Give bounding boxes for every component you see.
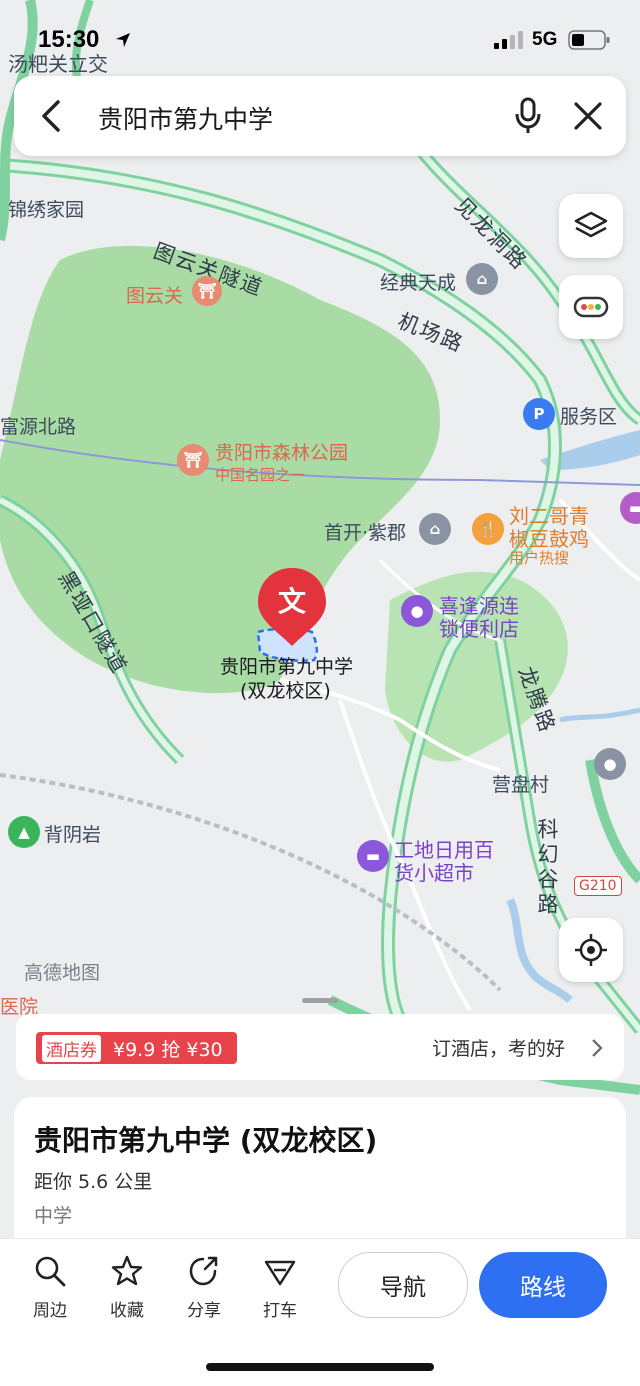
map-label-gongdi-2[interactable]: 货小超市: [394, 857, 474, 886]
coupon-offer: ¥9.9 抢 ¥30: [113, 1038, 223, 1061]
layers-button[interactable]: [559, 194, 623, 258]
search-bar: 贵阳市第九中学: [14, 76, 626, 156]
location-arrow-icon: [116, 33, 130, 47]
microphone-icon[interactable]: [512, 96, 544, 136]
map-watermark: 高德地图: [24, 962, 101, 984]
coupon-ticket[interactable]: 酒店券 ¥9.9 抢 ¥30: [36, 1032, 237, 1064]
network-type: 5G: [532, 29, 558, 50]
search-input[interactable]: 贵阳市第九中学: [98, 100, 273, 136]
store-icon[interactable]: ●: [401, 595, 433, 627]
search-icon: [35, 1256, 66, 1287]
map-label-forest-park-sub: 中国名园之一: [215, 466, 306, 484]
scenic-spot-icon[interactable]: ⛩: [192, 276, 222, 306]
nearby-button[interactable]: 周边: [18, 1254, 82, 1321]
taxi-icon: [264, 1260, 296, 1286]
map-label-fuwuqu[interactable]: 服务区: [560, 402, 617, 429]
traffic-toggle-button[interactable]: [559, 275, 623, 339]
traffic-icon: [573, 296, 609, 318]
chevron-right-icon: [592, 1039, 603, 1057]
map-label-school-1[interactable]: 贵阳市第九中学: [220, 652, 353, 679]
navigate-button[interactable]: 导航: [338, 1252, 468, 1318]
map-label-tuyunguan[interactable]: 图云关: [126, 281, 183, 308]
battery-icon: [568, 30, 610, 50]
location-pin-icon[interactable]: ●: [594, 748, 626, 780]
map-label-jingdian[interactable]: 经典天成: [380, 268, 456, 295]
locate-icon: [575, 934, 607, 966]
status-bar: 15:30 5G: [0, 0, 640, 80]
school-marker-icon: 文: [277, 585, 306, 618]
g210-badge: G210: [574, 876, 622, 896]
parking-icon[interactable]: P: [523, 398, 555, 430]
nearby-label: 周边: [33, 1301, 67, 1321]
residence-icon-2[interactable]: ⌂: [419, 513, 451, 545]
status-time: 15:30: [38, 26, 100, 53]
place-name: 贵阳市第九中学 (双龙校区): [34, 1124, 378, 1157]
close-icon[interactable]: [572, 100, 604, 132]
map-label-xifeng-2[interactable]: 锁便利店: [439, 613, 519, 642]
map-label-yingpan[interactable]: 营盘村: [492, 770, 549, 797]
route-label: 路线: [520, 1275, 566, 1301]
star-icon: [111, 1255, 143, 1286]
mountain-icon[interactable]: ▲: [8, 816, 40, 848]
route-button[interactable]: 路线: [479, 1252, 607, 1318]
taxi-button[interactable]: 打车: [248, 1254, 312, 1321]
map-label-shoukai[interactable]: 首开·紫郡: [324, 518, 406, 545]
signal-icon: [494, 31, 523, 49]
share-button[interactable]: 分享: [172, 1254, 236, 1321]
map-label-school-2: (双龙校区): [240, 680, 331, 702]
place-info-card[interactable]: 贵阳市第九中学 (双龙校区) 距你 5.6 公里 中学: [14, 1097, 626, 1257]
park-icon[interactable]: ⛩: [177, 444, 209, 476]
supermarket-icon[interactable]: ▬: [357, 840, 389, 872]
home-indicator: [206, 1363, 434, 1371]
selected-place-marker[interactable]: 文: [256, 566, 328, 648]
map-label-beiyinyan[interactable]: 背阴岩: [44, 820, 101, 847]
locate-me-button[interactable]: [559, 918, 623, 982]
share-icon: [189, 1256, 218, 1286]
place-category: 中学: [34, 1205, 73, 1227]
taxi-label: 打车: [263, 1301, 297, 1321]
navigate-label: 导航: [380, 1275, 426, 1301]
residence-icon[interactable]: ⌂: [466, 263, 498, 295]
map-label-jinxiu[interactable]: 锦绣家园: [8, 195, 84, 222]
layers-icon: [574, 211, 608, 238]
map-label-liuerge-sub: 用户热搜: [509, 549, 570, 567]
sheet-drag-handle[interactable]: [302, 998, 338, 1003]
map-label-forest-park[interactable]: 贵阳市森林公园: [215, 438, 348, 465]
map-label-fuyuan-north: 富源北路: [0, 416, 77, 438]
hotel-coupon-banner[interactable]: 酒店券 ¥9.9 抢 ¥30 订酒店，考的好: [16, 1014, 624, 1080]
back-icon[interactable]: [38, 98, 66, 134]
restaurant-icon[interactable]: 🍴: [472, 513, 504, 545]
favorite-label: 收藏: [110, 1301, 144, 1321]
share-label: 分享: [187, 1301, 221, 1321]
coupon-promo[interactable]: 订酒店，考的好: [432, 1034, 565, 1061]
coupon-tag: 酒店券: [42, 1034, 101, 1062]
favorite-button[interactable]: 收藏: [95, 1254, 159, 1321]
place-distance: 距你 5.6 公里: [34, 1171, 153, 1193]
road-label-kehuan: 科幻谷路: [535, 818, 559, 918]
